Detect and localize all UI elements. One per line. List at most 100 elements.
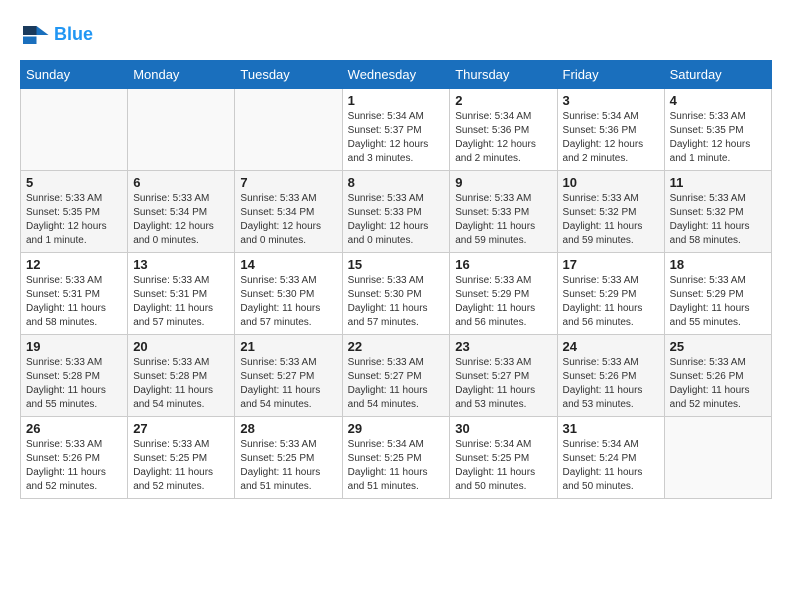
day-cell xyxy=(235,89,342,171)
day-number: 6 xyxy=(133,175,229,190)
day-cell: 6 Sunrise: 5:33 AM Sunset: 5:34 PM Daylig… xyxy=(128,171,235,253)
day-info: Sunrise: 5:33 AM Sunset: 5:26 PM Dayligh… xyxy=(563,356,659,412)
day-cell: 13Sunrise: 5:33 AM Sunset: 5:31 PM Dayli… xyxy=(128,253,235,335)
day-number: 12 xyxy=(26,257,122,272)
day-cell: 16 Sunrise: 5:33 AM Sunset: 5:29 PM Dayli… xyxy=(450,253,557,335)
day-info: Sunrise: 5:33 AM Sunset: 5:25 PM Dayligh… xyxy=(240,438,336,494)
week-row-2: 5 Sunrise: 5:33 AM Sunset: 5:35 PM Daylig… xyxy=(21,171,772,253)
day-info: Sunrise: 5:34 AM Sunset: 5:25 PM Dayligh… xyxy=(455,438,551,494)
day-number: 23 xyxy=(455,339,551,354)
day-number: 19 xyxy=(26,339,122,354)
day-number: 28 xyxy=(240,421,336,436)
day-cell: 23 Sunrise: 5:33 AM Sunset: 5:27 PM Dayli… xyxy=(450,335,557,417)
day-cell: 5 Sunrise: 5:33 AM Sunset: 5:35 PM Daylig… xyxy=(21,171,128,253)
day-info: Sunrise: 5:33 AM Sunset: 5:25 PM Dayligh… xyxy=(133,438,229,494)
day-number: 11 xyxy=(670,175,766,190)
day-number: 4 xyxy=(670,93,766,108)
day-number: 24 xyxy=(563,339,659,354)
day-number: 29 xyxy=(348,421,445,436)
weekday-header-monday: Monday xyxy=(128,61,235,89)
day-number: 10 xyxy=(563,175,659,190)
day-info: Sunrise: 5:33 AM Sunset: 5:29 PM Dayligh… xyxy=(563,274,659,330)
day-cell: 14 Sunrise: 5:33 AM Sunset: 5:30 PM Dayli… xyxy=(235,253,342,335)
day-number: 13 xyxy=(133,257,229,272)
day-cell: 29Sunrise: 5:34 AM Sunset: 5:25 PM Dayli… xyxy=(342,417,450,499)
day-info: Sunrise: 5:33 AM Sunset: 5:34 PM Dayligh… xyxy=(133,192,229,248)
week-row-3: 12Sunrise: 5:33 AM Sunset: 5:31 PM Dayli… xyxy=(21,253,772,335)
day-number: 8 xyxy=(348,175,445,190)
day-info: Sunrise: 5:33 AM Sunset: 5:30 PM Dayligh… xyxy=(348,274,445,330)
week-row-1: 1 Sunrise: 5:34 AM Sunset: 5:37 PM Daylig… xyxy=(21,89,772,171)
day-info: Sunrise: 5:33 AM Sunset: 5:29 PM Dayligh… xyxy=(670,274,766,330)
weekday-header-row: SundayMondayTuesdayWednesdayThursdayFrid… xyxy=(21,61,772,89)
day-number: 20 xyxy=(133,339,229,354)
weekday-header-tuesday: Tuesday xyxy=(235,61,342,89)
day-info: Sunrise: 5:33 AM Sunset: 5:33 PM Dayligh… xyxy=(348,192,445,248)
day-info: Sunrise: 5:33 AM Sunset: 5:28 PM Dayligh… xyxy=(26,356,122,412)
day-number: 2 xyxy=(455,93,551,108)
day-cell: 31 Sunrise: 5:34 AM Sunset: 5:24 PM Dayli… xyxy=(557,417,664,499)
day-cell: 9Sunrise: 5:33 AM Sunset: 5:33 PM Daylig… xyxy=(450,171,557,253)
day-info: Sunrise: 5:33 AM Sunset: 5:28 PM Dayligh… xyxy=(133,356,229,412)
day-number: 15 xyxy=(348,257,445,272)
day-number: 17 xyxy=(563,257,659,272)
day-number: 22 xyxy=(348,339,445,354)
day-cell: 1 Sunrise: 5:34 AM Sunset: 5:37 PM Daylig… xyxy=(342,89,450,171)
day-cell: 25 Sunrise: 5:33 AM Sunset: 5:26 PM Dayli… xyxy=(664,335,771,417)
day-info: Sunrise: 5:33 AM Sunset: 5:34 PM Dayligh… xyxy=(240,192,336,248)
day-cell: 2 Sunrise: 5:34 AM Sunset: 5:36 PM Daylig… xyxy=(450,89,557,171)
day-cell: 24 Sunrise: 5:33 AM Sunset: 5:26 PM Dayli… xyxy=(557,335,664,417)
day-info: Sunrise: 5:33 AM Sunset: 5:33 PM Dayligh… xyxy=(455,192,551,248)
day-cell: 22 Sunrise: 5:33 AM Sunset: 5:27 PM Dayli… xyxy=(342,335,450,417)
day-number: 25 xyxy=(670,339,766,354)
day-cell: 10 Sunrise: 5:33 AM Sunset: 5:32 PM Dayli… xyxy=(557,171,664,253)
day-number: 31 xyxy=(563,421,659,436)
day-number: 7 xyxy=(240,175,336,190)
day-info: Sunrise: 5:33 AM Sunset: 5:26 PM Dayligh… xyxy=(26,438,122,494)
day-cell xyxy=(21,89,128,171)
day-number: 18 xyxy=(670,257,766,272)
day-cell: 20 Sunrise: 5:33 AM Sunset: 5:28 PM Dayli… xyxy=(128,335,235,417)
day-cell: 8 Sunrise: 5:33 AM Sunset: 5:33 PM Daylig… xyxy=(342,171,450,253)
day-cell: 12Sunrise: 5:33 AM Sunset: 5:31 PM Dayli… xyxy=(21,253,128,335)
day-info: Sunrise: 5:33 AM Sunset: 5:30 PM Dayligh… xyxy=(240,274,336,330)
day-info: Sunrise: 5:33 AM Sunset: 5:27 PM Dayligh… xyxy=(455,356,551,412)
day-cell: 26 Sunrise: 5:33 AM Sunset: 5:26 PM Dayli… xyxy=(21,417,128,499)
weekday-header-friday: Friday xyxy=(557,61,664,89)
day-number: 16 xyxy=(455,257,551,272)
day-number: 5 xyxy=(26,175,122,190)
day-info: Sunrise: 5:33 AM Sunset: 5:35 PM Dayligh… xyxy=(26,192,122,248)
day-cell: 3Sunrise: 5:34 AM Sunset: 5:36 PM Daylig… xyxy=(557,89,664,171)
day-cell xyxy=(664,417,771,499)
calendar-table: SundayMondayTuesdayWednesdayThursdayFrid… xyxy=(20,60,772,499)
week-row-4: 19 Sunrise: 5:33 AM Sunset: 5:28 PM Dayli… xyxy=(21,335,772,417)
logo: Blue xyxy=(20,20,93,50)
day-number: 26 xyxy=(26,421,122,436)
day-info: Sunrise: 5:33 AM Sunset: 5:27 PM Dayligh… xyxy=(240,356,336,412)
day-info: Sunrise: 5:33 AM Sunset: 5:29 PM Dayligh… xyxy=(455,274,551,330)
day-info: Sunrise: 5:34 AM Sunset: 5:36 PM Dayligh… xyxy=(455,110,551,166)
day-cell: 30 Sunrise: 5:34 AM Sunset: 5:25 PM Dayli… xyxy=(450,417,557,499)
logo-blue: Blue xyxy=(54,24,93,44)
day-cell: 27 Sunrise: 5:33 AM Sunset: 5:25 PM Dayli… xyxy=(128,417,235,499)
weekday-header-thursday: Thursday xyxy=(450,61,557,89)
day-cell: 11 Sunrise: 5:33 AM Sunset: 5:32 PM Dayli… xyxy=(664,171,771,253)
day-cell: 19 Sunrise: 5:33 AM Sunset: 5:28 PM Dayli… xyxy=(21,335,128,417)
day-info: Sunrise: 5:34 AM Sunset: 5:24 PM Dayligh… xyxy=(563,438,659,494)
day-info: Sunrise: 5:33 AM Sunset: 5:26 PM Dayligh… xyxy=(670,356,766,412)
day-cell: 17 Sunrise: 5:33 AM Sunset: 5:29 PM Dayli… xyxy=(557,253,664,335)
day-info: Sunrise: 5:33 AM Sunset: 5:27 PM Dayligh… xyxy=(348,356,445,412)
week-row-5: 26 Sunrise: 5:33 AM Sunset: 5:26 PM Dayli… xyxy=(21,417,772,499)
day-number: 27 xyxy=(133,421,229,436)
page-header: Blue xyxy=(20,20,772,50)
day-info: Sunrise: 5:33 AM Sunset: 5:35 PM Dayligh… xyxy=(670,110,766,166)
day-info: Sunrise: 5:33 AM Sunset: 5:32 PM Dayligh… xyxy=(563,192,659,248)
day-number: 30 xyxy=(455,421,551,436)
day-number: 1 xyxy=(348,93,445,108)
day-number: 21 xyxy=(240,339,336,354)
day-info: Sunrise: 5:34 AM Sunset: 5:37 PM Dayligh… xyxy=(348,110,445,166)
day-cell: 21 Sunrise: 5:33 AM Sunset: 5:27 PM Dayli… xyxy=(235,335,342,417)
day-info: Sunrise: 5:33 AM Sunset: 5:32 PM Dayligh… xyxy=(670,192,766,248)
day-number: 3 xyxy=(563,93,659,108)
day-number: 14 xyxy=(240,257,336,272)
